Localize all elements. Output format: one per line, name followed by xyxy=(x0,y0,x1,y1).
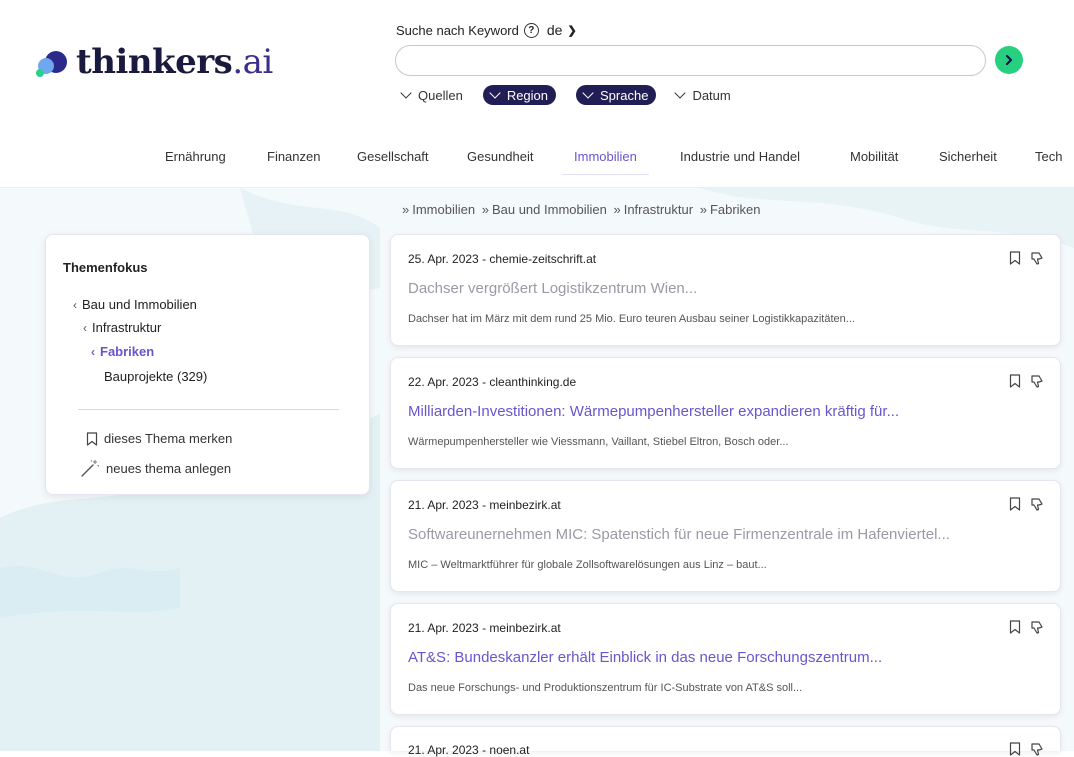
chevron-down-icon[interactable]: ❯ xyxy=(567,24,576,37)
chevron-left-icon: ‹ xyxy=(91,344,95,359)
nav-sicherheit[interactable]: Sicherheit xyxy=(939,140,997,174)
bookmark-topic-button[interactable]: dieses Thema merken xyxy=(86,431,232,446)
nav-tech[interactable]: Tech xyxy=(1035,140,1062,174)
search-label-row: Suche nach Keyword ? de ❯ xyxy=(396,22,577,38)
article-meta: 21. Apr. 2023 - meinbezirk.at xyxy=(408,621,561,635)
article-title[interactable]: Dachser vergrößert Logistikzentrum Wien.… xyxy=(408,280,1048,297)
nav-ernaehrung[interactable]: Ernährung xyxy=(165,140,226,174)
tree-item-infrastruktur[interactable]: ‹ Infrastruktur xyxy=(83,320,161,335)
nav-immobilien[interactable]: Immobilien xyxy=(562,140,649,175)
bookmark-icon[interactable] xyxy=(1009,620,1021,634)
panel-divider xyxy=(78,409,339,410)
article-excerpt: Dachser hat im März mit dem rund 25 Mio.… xyxy=(408,313,855,325)
thumbs-down-icon[interactable] xyxy=(1030,374,1044,388)
logo-text: thinkers.ai xyxy=(76,42,273,82)
thumbs-down-icon[interactable] xyxy=(1030,620,1044,634)
filter-quellen[interactable]: Quellen xyxy=(400,85,463,105)
nav-finanzen[interactable]: Finanzen xyxy=(267,140,320,174)
article-meta: 21. Apr. 2023 - noen.at xyxy=(408,743,530,757)
nav-gesellschaft[interactable]: Gesellschaft xyxy=(357,140,429,174)
article-title[interactable]: AT&S: Bundeskanzler erhält Einblick in d… xyxy=(408,649,1048,666)
chevron-left-icon: ‹ xyxy=(83,320,87,335)
chevron-down-icon xyxy=(674,87,687,99)
breadcrumb-item[interactable]: Bau und Immobilien xyxy=(492,202,607,217)
language-selector[interactable]: de xyxy=(547,22,563,38)
bookmark-icon[interactable] xyxy=(1009,251,1021,265)
article-excerpt: Das neue Forschungs- und Produktionszent… xyxy=(408,682,803,694)
magic-wand-icon xyxy=(81,460,100,477)
breadcrumb: » Immobilien » Bau und Immobilien » Infrast… xyxy=(402,202,761,217)
chevron-down-icon xyxy=(582,87,594,99)
create-topic-button[interactable]: neues thema anlegen xyxy=(80,459,231,477)
logo-mark-icon xyxy=(34,44,70,80)
filter-bar: Quellen Region Sprache Datum xyxy=(400,85,751,105)
chevron-down-icon xyxy=(400,87,412,99)
breadcrumb-item[interactable]: Immobilien xyxy=(412,202,475,217)
thumbs-down-icon[interactable] xyxy=(1030,497,1044,511)
article-card[interactable]: 22. Apr. 2023 - cleanthinking.de Milliar… xyxy=(390,357,1061,469)
tree-item-bau-und-immobilien[interactable]: ‹ Bau und Immobilien xyxy=(73,297,197,312)
filter-sprache[interactable]: Sprache xyxy=(576,85,657,105)
article-card[interactable]: 21. Apr. 2023 - meinbezirk.at AT&S: Bund… xyxy=(390,603,1061,715)
nav-industrie-und-handel[interactable]: Industrie und Handel xyxy=(680,140,800,174)
bookmark-icon[interactable] xyxy=(1009,374,1021,388)
search-input[interactable] xyxy=(395,45,986,76)
header-divider xyxy=(0,187,1074,188)
bookmark-icon[interactable] xyxy=(1009,497,1021,511)
nav-mobilitaet[interactable]: Mobilität xyxy=(850,140,898,174)
article-meta: 22. Apr. 2023 - cleanthinking.de xyxy=(408,375,577,389)
brand-logo[interactable]: thinkers.ai xyxy=(34,40,273,84)
article-card[interactable]: 21. Apr. 2023 - meinbezirk.at Softwareun… xyxy=(390,480,1061,592)
bookmark-icon[interactable] xyxy=(1009,742,1021,756)
tree-item-bauprojekte[interactable]: Bauprojekte (329) xyxy=(104,369,207,384)
panel-title: Themenfokus xyxy=(63,260,148,275)
topic-focus-panel: Themenfokus ‹ Bau und Immobilien ‹ Infrast… xyxy=(45,234,370,495)
article-card[interactable]: 25. Apr. 2023 - chemie-zeitschrift.at Da… xyxy=(390,234,1061,346)
breadcrumb-item[interactable]: Fabriken xyxy=(710,202,761,217)
category-nav: Ernährung Finanzen Gesellschaft Gesundhe… xyxy=(0,140,1074,175)
thumbs-down-icon[interactable] xyxy=(1030,742,1044,756)
filter-region[interactable]: Region xyxy=(482,85,557,105)
article-meta: 21. Apr. 2023 - meinbezirk.at xyxy=(408,498,561,512)
article-excerpt: MIC – Weltmarktführer für globale Zollso… xyxy=(408,559,767,571)
article-excerpt: Wärmepumpenhersteller wie Viessmann, Vai… xyxy=(408,436,789,448)
chevron-left-icon: ‹ xyxy=(73,297,77,312)
bookmark-icon xyxy=(86,431,98,446)
thumbs-down-icon[interactable] xyxy=(1030,251,1044,265)
article-card[interactable]: 21. Apr. 2023 - noen.at xyxy=(390,726,1061,757)
article-title[interactable]: Softwareunernehmen MIC: Spatenstich für … xyxy=(408,526,1048,543)
filter-datum[interactable]: Datum xyxy=(674,85,731,105)
breadcrumb-item[interactable]: Infrastruktur xyxy=(624,202,693,217)
search-label: Suche nach Keyword xyxy=(396,22,519,38)
article-title[interactable]: Milliarden-Investitionen: Wärmepumpenher… xyxy=(408,403,1048,420)
help-icon[interactable]: ? xyxy=(523,22,539,38)
nav-gesundheit[interactable]: Gesundheit xyxy=(467,140,534,174)
chevron-down-icon xyxy=(489,87,501,99)
tree-item-fabriken[interactable]: ‹ Fabriken xyxy=(91,344,154,359)
header: thinkers.ai Suche nach Keyword ? de ❯ Qu… xyxy=(0,0,1074,188)
search-submit-button[interactable] xyxy=(995,46,1023,74)
article-meta: 25. Apr. 2023 - chemie-zeitschrift.at xyxy=(408,252,597,266)
chevron-right-icon xyxy=(1005,54,1013,66)
